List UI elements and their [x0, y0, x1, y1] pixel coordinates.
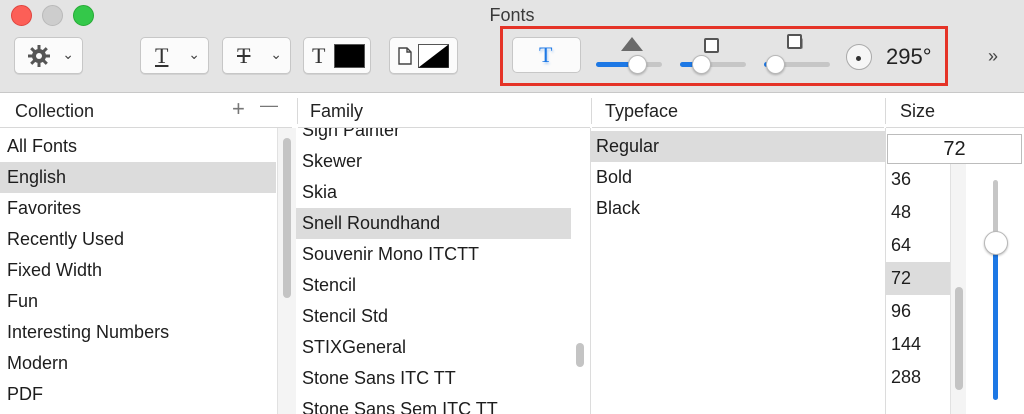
fonts-window: Fonts ⌄ T ⌄ T ⌄ T T 295° » Collection + … — [0, 0, 1024, 414]
size-header-label: Size — [900, 101, 936, 121]
size-item[interactable]: 288 — [886, 361, 950, 394]
document-color-button[interactable] — [389, 37, 458, 74]
family-scrollbar-track — [571, 128, 589, 414]
family-item[interactable]: Snell Roundhand — [296, 208, 571, 239]
collection-header: Collection + — — [0, 93, 292, 128]
family-scrollbar[interactable] — [576, 343, 584, 367]
family-list[interactable]: Sign Painter Skewer Skia Snell Roundhand Sou… — [296, 128, 571, 414]
text-color-glyph: T — [312, 43, 326, 68]
typeface-header: Typeface — [592, 93, 884, 128]
family-item[interactable]: Sign Painter — [296, 128, 571, 146]
document-icon — [398, 47, 412, 65]
size-header: Size — [886, 93, 1024, 128]
size-item[interactable]: 72 — [886, 262, 950, 295]
size-scrollbar[interactable] — [955, 287, 963, 390]
family-header: Family — [298, 93, 590, 128]
collection-item[interactable]: PDF — [0, 379, 276, 410]
typeface-item[interactable]: Regular — [591, 131, 885, 162]
typeface-item[interactable]: Black — [591, 193, 885, 224]
family-item[interactable]: Skewer — [296, 146, 571, 177]
document-color-swatch — [418, 44, 449, 68]
size-scrollbar-track — [950, 164, 966, 414]
strikethrough-button[interactable]: T ⌄ — [222, 37, 291, 74]
family-item[interactable]: Stone Sans ITC TT — [296, 363, 571, 394]
gear-icon — [28, 45, 50, 67]
family-item[interactable]: Skia — [296, 177, 571, 208]
action-menu-button[interactable]: ⌄ — [14, 37, 83, 74]
highlight-annotation — [500, 26, 948, 86]
collection-item[interactable]: Favorites — [0, 193, 276, 224]
toolbar-overflow-button[interactable]: » — [988, 46, 998, 67]
collection-scrollbar[interactable] — [283, 138, 291, 298]
collection-item[interactable]: Recently Used — [0, 224, 276, 255]
slider-knob[interactable] — [984, 231, 1008, 255]
underline-button[interactable]: T ⌄ — [140, 37, 209, 74]
chevron-down-icon: ⌄ — [188, 46, 200, 62]
collection-item[interactable]: Fun — [0, 286, 276, 317]
collection-list[interactable]: All Fonts English Favorites Recently Used Fi… — [0, 128, 276, 414]
family-header-label: Family — [310, 101, 363, 121]
typeface-item[interactable]: Bold — [591, 162, 885, 193]
typeface-header-label: Typeface — [605, 101, 679, 121]
remove-collection-button[interactable]: — — [260, 95, 278, 116]
family-item[interactable]: STIXGeneral — [296, 332, 571, 363]
chevron-down-icon: ⌄ — [270, 46, 282, 62]
family-item[interactable]: Stone Sans Sem ITC TT — [296, 394, 571, 414]
text-color-swatch — [334, 44, 365, 68]
strikethrough-glyph: T — [237, 43, 251, 68]
size-item[interactable]: 144 — [886, 328, 950, 361]
size-list[interactable]: 36 48 64 72 96 144 288 — [886, 164, 950, 394]
toolbar: Fonts ⌄ T ⌄ T ⌄ T T 295° » — [0, 0, 1024, 93]
text-color-button[interactable]: T — [303, 37, 371, 74]
size-item[interactable]: 36 — [886, 164, 950, 196]
size-item[interactable]: 96 — [886, 295, 950, 328]
collection-header-label: Collection — [15, 101, 95, 121]
chevron-down-icon: ⌄ — [62, 46, 74, 62]
family-item[interactable]: Stencil Std — [296, 301, 571, 332]
add-collection-button[interactable]: + — [232, 96, 245, 122]
collection-item[interactable]: Interesting Numbers — [0, 317, 276, 348]
size-item[interactable]: 64 — [886, 229, 950, 262]
typeface-list[interactable]: Regular Bold Black — [591, 128, 885, 414]
size-item[interactable]: 48 — [886, 196, 950, 229]
window-title: Fonts — [489, 5, 535, 25]
collection-scrollbar-track — [277, 128, 296, 414]
collection-item[interactable]: Fixed Width — [0, 255, 276, 286]
size-input[interactable]: 72 — [887, 134, 1022, 164]
family-item[interactable]: Souvenir Mono ITCTT — [296, 239, 571, 270]
size-slider[interactable] — [984, 180, 1008, 400]
underline-glyph: T — [155, 43, 169, 68]
collection-item[interactable]: Modern — [0, 348, 276, 379]
collection-item[interactable]: All Fonts — [0, 131, 276, 162]
collection-item[interactable]: English — [0, 162, 276, 193]
family-item[interactable]: Stencil — [296, 270, 571, 301]
